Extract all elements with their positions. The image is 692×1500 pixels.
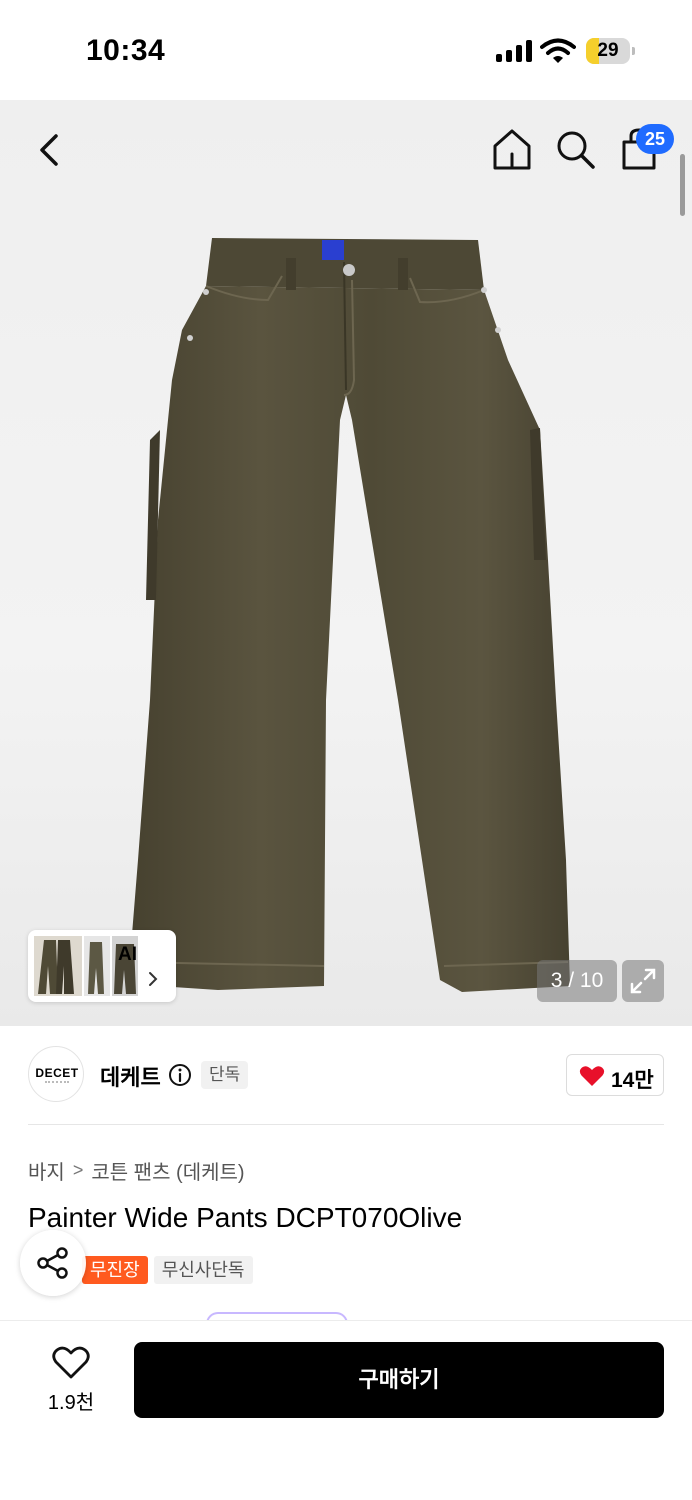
expand-image-button[interactable] [622, 960, 664, 1002]
product-image-gallery[interactable] [0, 100, 692, 1026]
breadcrumb-item-subcategory[interactable]: 코튼 팬츠 (데케트) [91, 1156, 244, 1185]
ai-styling-thumbnail[interactable] [28, 930, 176, 1002]
wifi-icon [540, 38, 576, 63]
tag-mujinjang: 무진장 [82, 1256, 148, 1284]
brand-logo-text: DECET [35, 1066, 79, 1080]
brand-like-count: 14만 [611, 1069, 654, 1092]
breadcrumb-separator: > [72, 1160, 84, 1180]
ai-label: AI [118, 944, 137, 965]
scroll-indicator[interactable] [680, 154, 685, 216]
status-bar: 10:34 29 [0, 0, 692, 100]
search-icon[interactable] [554, 128, 596, 170]
brand-like-button[interactable]: 14만 [566, 1054, 664, 1096]
wishlist-count: 1.9천 [47, 1392, 95, 1414]
brand-name[interactable]: 데케트 [100, 1060, 161, 1092]
home-icon[interactable] [490, 126, 534, 172]
tag-musinsa-exclusive: 무신사단독 [153, 1256, 253, 1284]
breadcrumb: 바지 > 코튼 팬츠 (데케트) [28, 1156, 245, 1185]
status-time: 10:34 [86, 34, 166, 67]
back-icon[interactable] [30, 128, 70, 172]
product-photo [128, 238, 570, 992]
breadcrumb-item-category[interactable]: 바지 [28, 1156, 65, 1185]
cart-count-badge: 25 [636, 124, 674, 154]
brand-logo[interactable]: DECET [28, 1046, 84, 1102]
share-icon [37, 1247, 68, 1279]
share-button[interactable] [20, 1230, 86, 1296]
info-icon[interactable] [168, 1063, 192, 1087]
chevron-right-icon [149, 972, 158, 986]
battery-level: 29 [597, 40, 619, 61]
signal-icon [496, 40, 532, 62]
heart-filled-icon [579, 1066, 605, 1086]
heart-outline-icon [52, 1346, 90, 1379]
exclusive-tag: 단독 [201, 1061, 249, 1089]
image-page-counter: 3 / 10 [537, 960, 617, 1002]
product-title: Painter Wide Pants DCPT070Olive [28, 1202, 463, 1233]
buy-button[interactable]: 구매하기 [134, 1342, 664, 1418]
wishlist-button[interactable]: 1.9천 [36, 1340, 106, 1416]
expand-icon [630, 968, 656, 994]
battery-icon: 29 [586, 38, 635, 64]
divider [28, 1124, 664, 1125]
